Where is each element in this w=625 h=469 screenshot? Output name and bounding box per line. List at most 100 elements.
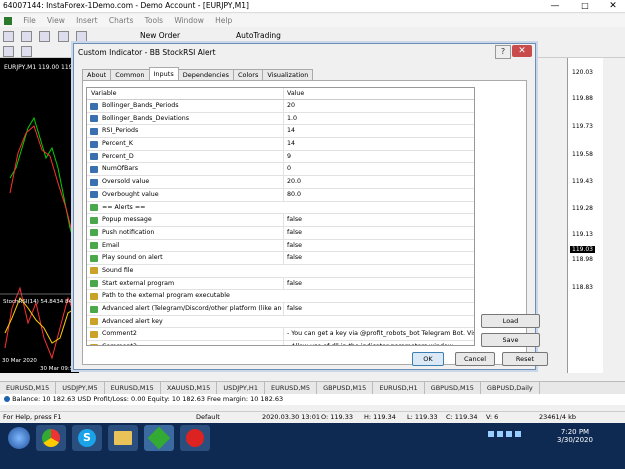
terminal-balance-row: Balance: 10 182.63 USD Profit/Loss: 0.00… [0, 394, 625, 405]
table-row[interactable]: Oversold value 20.0 [87, 176, 474, 189]
chart-tab[interactable]: EURUSD,M5 [265, 382, 318, 394]
menu-file[interactable]: File [23, 14, 36, 27]
tray-icon[interactable] [497, 431, 503, 437]
menu-view[interactable]: View [47, 14, 65, 27]
variable-name: Path to the external program executable [102, 292, 230, 300]
variable-value[interactable]: 14 [283, 125, 474, 138]
file-explorer-icon[interactable] [108, 425, 138, 451]
chart-tab[interactable]: GBPUSD,M15 [317, 382, 374, 394]
variable-value[interactable]: false [283, 226, 474, 239]
variable-value[interactable]: 9 [283, 150, 474, 163]
variable-value[interactable]: 20.0 [283, 176, 474, 188]
variable-value[interactable]: 80.0 [283, 188, 474, 201]
variable-value[interactable]: false [283, 252, 474, 264]
table-row[interactable]: Overbought value 80.0 [87, 188, 474, 202]
table-row[interactable]: RSI_Periods 14 [87, 125, 474, 139]
navigator-icon[interactable] [75, 31, 87, 42]
chrome-icon[interactable] [36, 425, 66, 451]
new-order-button[interactable]: New Order [140, 31, 180, 40]
cancel-button[interactable]: Cancel [455, 352, 495, 366]
table-row[interactable]: Bollinger_Bands_Periods 20 [87, 100, 474, 113]
menu-window[interactable]: Window [174, 14, 204, 27]
variable-value[interactable]: 14 [283, 138, 474, 150]
menu-help[interactable]: Help [215, 14, 232, 27]
chart-tab[interactable]: GBPUSD,Daily [481, 382, 540, 394]
variable-value[interactable]: - Allow use of dll in the indicator para… [283, 341, 474, 345]
table-row[interactable]: Percent_D 9 [87, 150, 474, 164]
menu-insert[interactable]: Insert [76, 14, 98, 27]
table-row[interactable]: Advanced alert (Telegram/Discord/other p… [87, 303, 474, 316]
chart-tab[interactable]: USDJPY,H1 [217, 382, 265, 394]
variable-value[interactable]: 1.0 [283, 112, 474, 125]
skype-icon[interactable]: S [72, 425, 102, 451]
chart-tab[interactable]: EURUSD,M15 [105, 382, 161, 394]
autotrading-button[interactable]: AutoTrading [236, 31, 281, 40]
table-row[interactable]: Advanced alert key [87, 316, 474, 329]
reset-button[interactable]: Reset [502, 352, 548, 366]
start-button-icon[interactable] [8, 427, 30, 449]
new-chart-icon[interactable] [3, 31, 14, 42]
chart-tab[interactable]: EURUSD,H1 [373, 382, 425, 394]
variable-value[interactable]: - You can get a key via @profit_robots_b… [283, 328, 474, 341]
load-button[interactable]: Load [481, 314, 540, 328]
variable-name: Comment3 [102, 341, 282, 345]
table-row[interactable]: Play sound on alert false [87, 252, 474, 265]
metatrader-icon[interactable] [144, 425, 174, 451]
close-window-icon[interactable]: ✕ [603, 0, 623, 12]
tray-icons[interactable] [488, 431, 538, 441]
variable-value[interactable]: false [283, 214, 474, 226]
chart-tab[interactable]: XAUUSD,M15 [161, 382, 218, 394]
cursor-icon[interactable] [3, 46, 14, 57]
help-button[interactable]: ? [495, 45, 511, 59]
variable-value[interactable]: 20 [283, 100, 474, 112]
table-row[interactable]: Path to the external program executable [87, 290, 474, 303]
price-tick: 120.03 [572, 69, 593, 76]
table-row[interactable]: == Alerts == [87, 202, 474, 215]
price-chart[interactable]: EURJPY,M1 119.00 119 StochRSI(14) 54.843… [0, 58, 88, 373]
tab-inputs[interactable]: Inputs [148, 67, 179, 80]
variable-value[interactable]: false [283, 303, 474, 315]
crosshair-icon[interactable] [21, 46, 33, 57]
table-row[interactable]: Percent_K 14 [87, 138, 474, 151]
profiles-icon[interactable] [21, 31, 33, 42]
price-tick: 119.88 [572, 95, 593, 102]
variable-name: Advanced alert key [102, 317, 163, 325]
status-low: L: 119.33 [407, 413, 438, 421]
table-row[interactable]: Email false [87, 239, 474, 253]
window-title: 64007144: InstaForex-1Demo.com - Demo Ac… [3, 1, 249, 10]
menu-tools[interactable]: Tools [145, 14, 163, 27]
table-row[interactable]: Push notification false [87, 226, 474, 240]
variable-value[interactable]: false [283, 239, 474, 252]
close-icon[interactable]: ✕ [512, 45, 532, 57]
status-traffic: 23461/4 kb [539, 413, 576, 421]
table-row[interactable]: Popup message false [87, 214, 474, 227]
table-row[interactable]: Sound file [87, 265, 474, 278]
table-row[interactable]: Bollinger_Bands_Deviations 1.0 [87, 112, 474, 126]
chart-tab[interactable]: GBPUSD,M15 [425, 382, 481, 394]
chart-tab[interactable]: USDJPY,M5 [56, 382, 105, 394]
volume-icon[interactable] [515, 431, 521, 437]
table-row[interactable]: Start external program false [87, 277, 474, 291]
column-header-value[interactable]: Value [283, 88, 474, 99]
column-header-variable[interactable]: Variable [91, 88, 271, 99]
taskbar-clock[interactable]: 7:20 PM 3/30/2020 [552, 428, 598, 444]
ok-button[interactable]: OK [412, 352, 444, 366]
table-row[interactable]: Comment2 - You can get a key via @profit_… [87, 328, 474, 342]
save-button[interactable]: Save [481, 333, 540, 347]
number-type-icon [90, 102, 98, 110]
variable-value[interactable]: 0 [283, 163, 474, 176]
maximize-icon[interactable]: □ [575, 0, 595, 12]
menu-charts[interactable]: Charts [109, 14, 134, 27]
network-icon[interactable] [506, 431, 512, 437]
market-watch-icon[interactable] [39, 31, 51, 42]
table-row[interactable]: Comment3- Allow use of dll in the indica… [87, 341, 474, 345]
data-window-icon[interactable] [57, 31, 69, 42]
minimize-icon[interactable]: — [545, 0, 565, 12]
price-tick: 118.98 [572, 256, 593, 263]
tray-icon[interactable] [488, 431, 494, 437]
table-row[interactable]: NumOfBars 0 [87, 163, 474, 177]
variable-name: Start external program [102, 279, 175, 287]
variable-value[interactable]: false [283, 277, 474, 290]
app-red-icon[interactable] [180, 425, 210, 451]
chart-tab[interactable]: EURUSD,M15 [0, 382, 57, 394]
